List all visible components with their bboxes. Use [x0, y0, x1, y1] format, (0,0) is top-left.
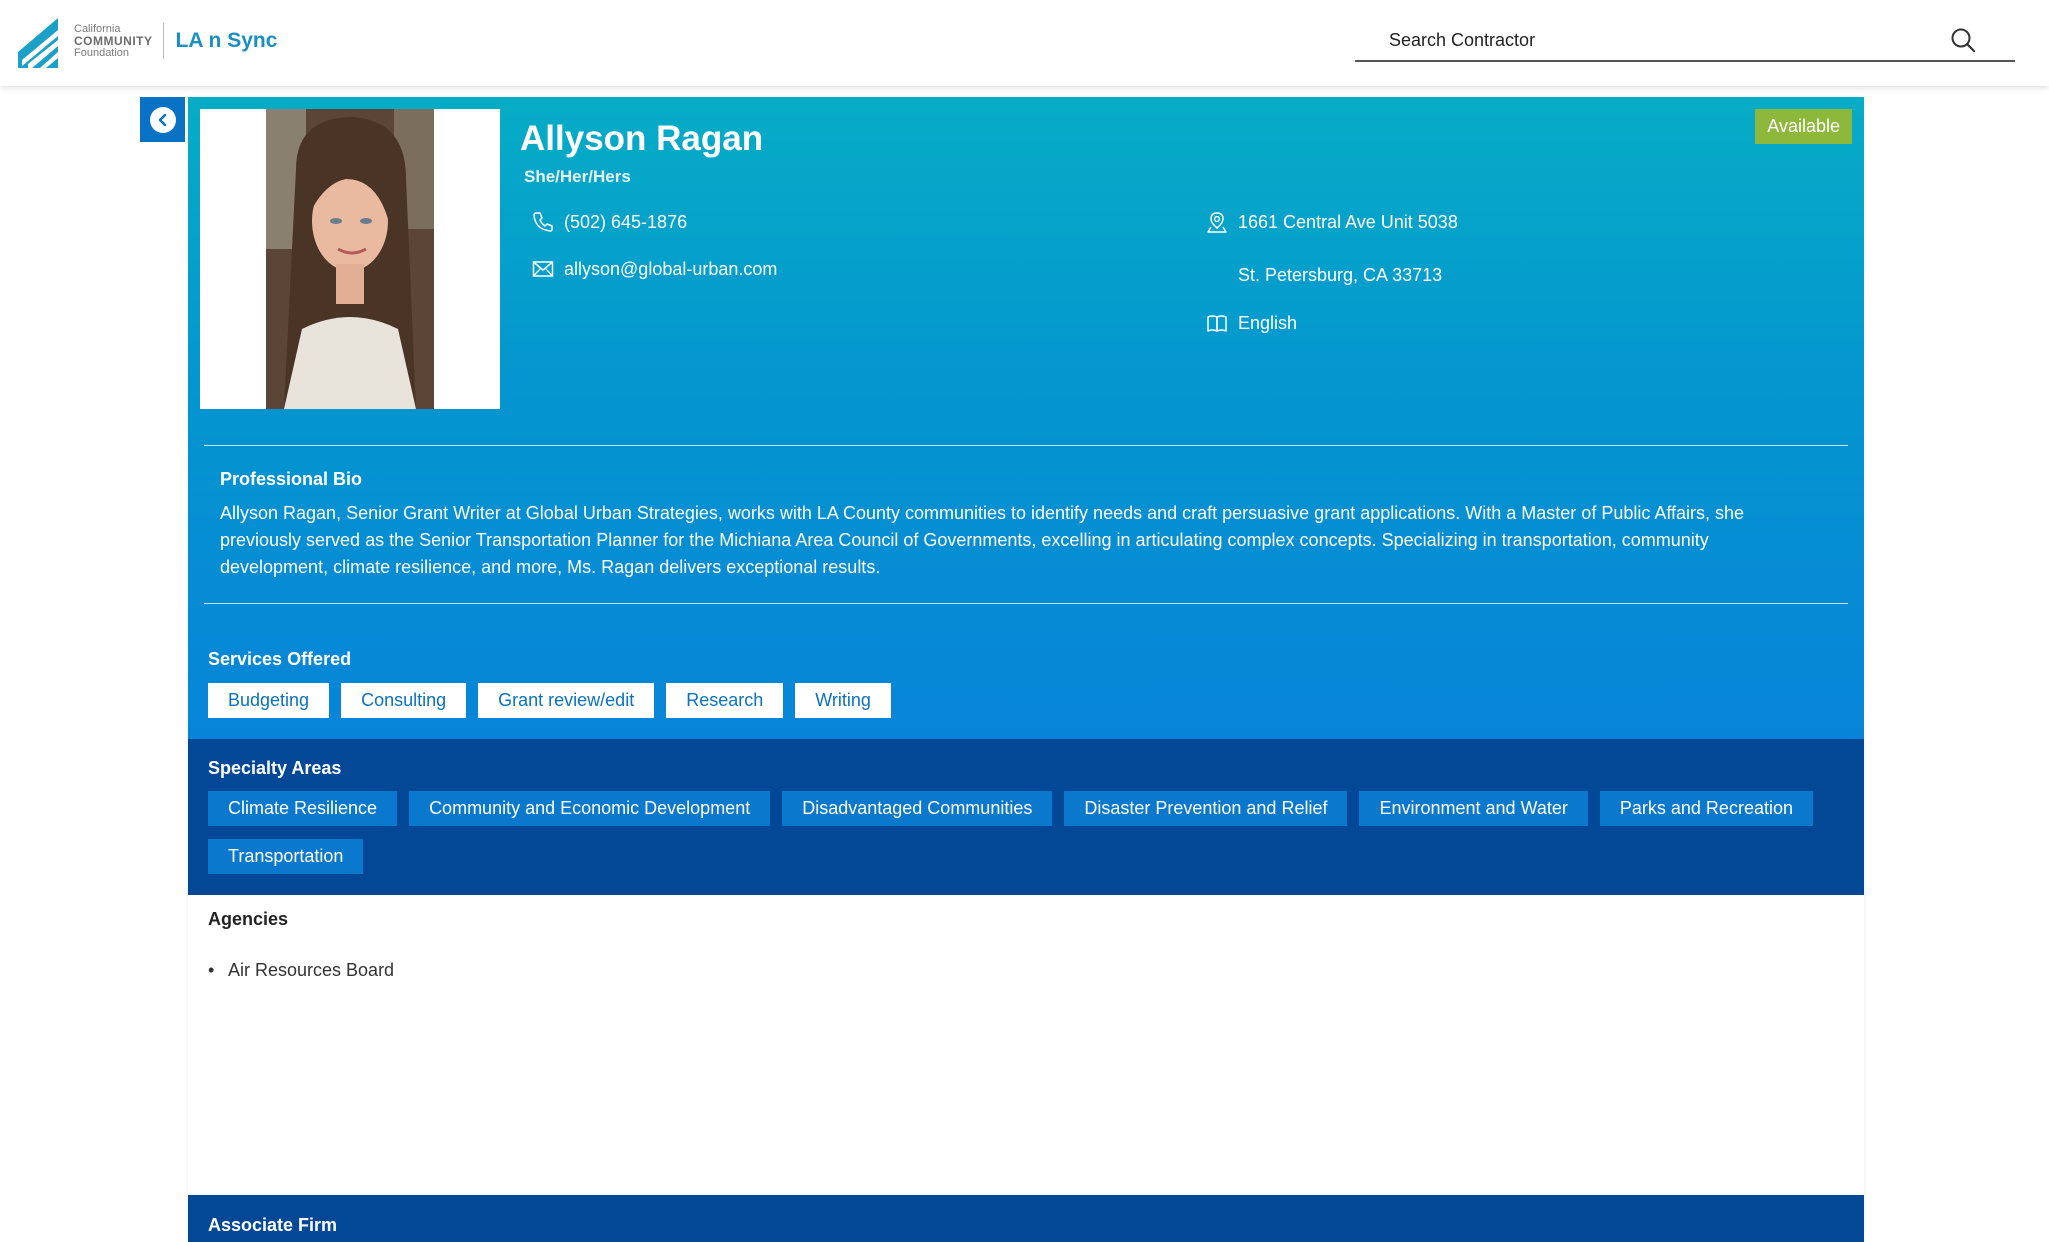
service-tag[interactable]: Writing: [795, 683, 891, 718]
bio-text: Allyson Ragan, Senior Grant Writer at Gl…: [220, 503, 1745, 577]
service-tag[interactable]: Budgeting: [208, 683, 330, 718]
contractor-pronouns: She/Her/Hers: [524, 167, 631, 186]
email-address[interactable]: allyson@global-urban.com: [564, 259, 777, 280]
back-button-circle: [149, 106, 176, 133]
specialty-areas-section: Specialty Areas Climate Resilience Commu…: [188, 739, 1864, 895]
profile-photo-illustration: [266, 109, 434, 409]
profile-photo: [266, 109, 434, 409]
book-icon: [1207, 315, 1227, 332]
services-list: Budgeting Consulting Grant review/edit R…: [208, 683, 1848, 730]
address-row: 1661 Central Ave Unit 5038: [1206, 211, 1458, 233]
agencies-section: Agencies Air Resources Board: [208, 909, 394, 981]
service-tag[interactable]: Grant review/edit: [478, 683, 655, 718]
contractor-profile-card: Allyson Ragan She/Her/Hers Available (50…: [188, 97, 1864, 1242]
chevron-left-icon: [158, 113, 166, 126]
email-row: allyson@global-urban.com: [532, 258, 777, 280]
logo-wordmark: California COMMUNITY Foundation: [74, 23, 153, 59]
language: English: [1238, 312, 1298, 333]
address-line-2: St. Petersburg, CA 33713: [1238, 265, 1443, 285]
specialty-list: Climate Resilience Community and Economi…: [208, 791, 1848, 887]
logo-line-2: COMMUNITY: [74, 34, 153, 48]
specialty-tag[interactable]: Disadvantaged Communities: [782, 791, 1053, 826]
agencies-list: Air Resources Board: [208, 960, 394, 981]
phone-icon: [533, 212, 553, 232]
logo-divider: [162, 23, 164, 59]
address-line-1: 1661 Central Ave Unit 5038: [1238, 211, 1458, 232]
profile-hero: Allyson Ragan She/Her/Hers Available (50…: [188, 97, 1864, 739]
service-tag[interactable]: Research: [666, 683, 784, 718]
services-title: Services Offered: [208, 649, 352, 669]
specialty-title: Specialty Areas: [208, 758, 342, 778]
top-navigation-bar: California COMMUNITY Foundation LA n Syn…: [0, 0, 2049, 86]
specialty-tag[interactable]: Transportation: [208, 839, 364, 874]
back-button[interactable]: [140, 97, 185, 142]
availability-badge: Available: [1755, 109, 1852, 144]
agencies-title: Agencies: [208, 909, 289, 929]
location-pin-icon: [1207, 212, 1227, 233]
service-tag[interactable]: Consulting: [341, 683, 467, 718]
specialty-tag[interactable]: Community and Economic Development: [409, 791, 771, 826]
california-community-foundation-logo-icon: [18, 18, 58, 68]
language-row: English: [1206, 312, 1297, 334]
associate-firm-section: Associate Firm: [188, 1195, 1864, 1242]
specialty-tag[interactable]: Environment and Water: [1359, 791, 1588, 826]
agency-item: Air Resources Board: [208, 960, 394, 981]
search-input[interactable]: [1355, 29, 1915, 51]
address-line-2-row: St. Petersburg, CA 33713: [1238, 265, 1442, 286]
phone-number[interactable]: (502) 645-1876: [564, 212, 687, 233]
profile-photo-frame: [200, 109, 500, 409]
app-name: LA n Sync: [175, 29, 278, 52]
contractor-name: Allyson Ragan: [520, 119, 764, 158]
divider-bottom: [204, 603, 1848, 604]
divider-top: [204, 445, 1848, 446]
phone-row: (502) 645-1876: [532, 211, 687, 233]
bio-title: Professional Bio: [220, 469, 363, 489]
associate-firm-title: Associate Firm: [208, 1215, 338, 1235]
search-icon[interactable]: [1949, 26, 1977, 54]
specialty-tag[interactable]: Parks and Recreation: [1599, 791, 1813, 826]
specialty-tag[interactable]: Disaster Prevention and Relief: [1064, 791, 1348, 826]
logo[interactable]: California COMMUNITY Foundation LA n Syn…: [18, 14, 277, 68]
logo-line-3: Foundation: [74, 47, 130, 59]
specialty-tag[interactable]: Climate Resilience: [208, 791, 398, 826]
search-bar: [1355, 20, 2015, 62]
envelope-icon: [532, 261, 554, 277]
